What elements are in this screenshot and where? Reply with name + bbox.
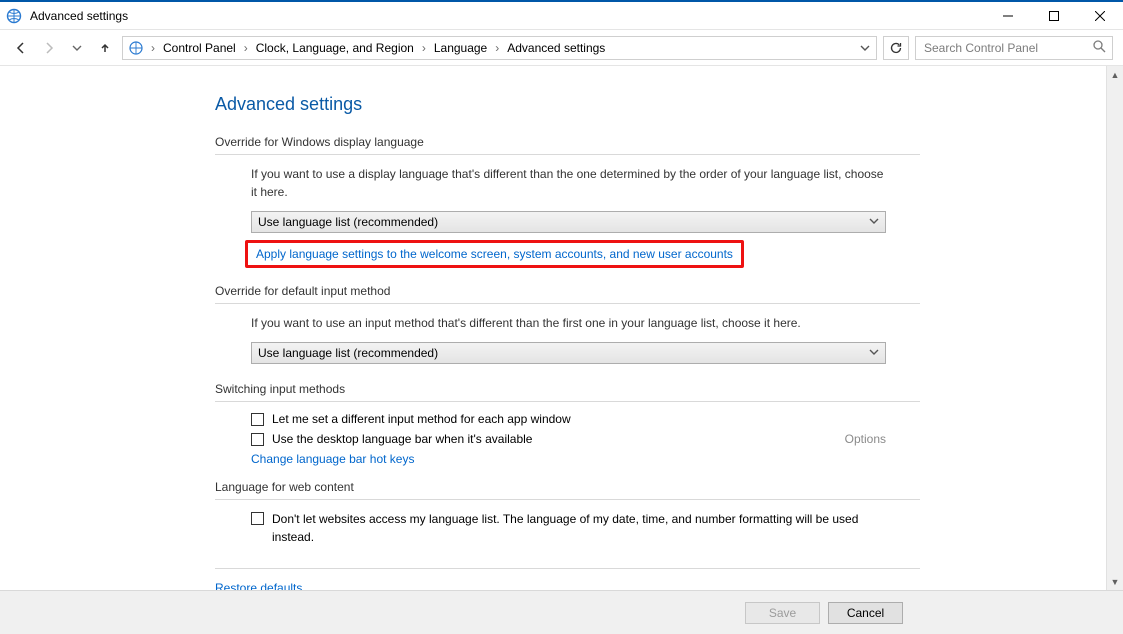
scrollbar[interactable]: ▲ ▼ — [1106, 66, 1123, 590]
input-method-dropdown-value: Use language list (recommended) — [258, 346, 438, 360]
desktop-langbar-label: Use the desktop language bar when it's a… — [272, 432, 532, 446]
section-web-content-heading: Language for web content — [215, 480, 920, 500]
address-icon — [127, 39, 145, 57]
breadcrumb-control-panel[interactable]: Control Panel — [159, 41, 240, 55]
input-method-dropdown[interactable]: Use language list (recommended) — [251, 342, 886, 364]
up-button[interactable] — [94, 37, 116, 59]
search-box[interactable] — [915, 36, 1113, 60]
section-switching-heading: Switching input methods — [215, 382, 920, 402]
chevron-down-icon — [869, 346, 879, 360]
display-language-dropdown[interactable]: Use language list (recommended) — [251, 211, 886, 233]
section-input-method-heading: Override for default input method — [215, 284, 920, 304]
display-language-dropdown-value: Use language list (recommended) — [258, 215, 438, 229]
window-controls — [985, 2, 1123, 30]
highlighted-link-box: Apply language settings to the welcome s… — [245, 240, 744, 268]
nav-bar: › Control Panel › Clock, Language, and R… — [0, 30, 1123, 66]
refresh-button[interactable] — [883, 36, 909, 60]
page-title: Advanced settings — [215, 94, 920, 115]
search-icon — [1093, 40, 1106, 56]
display-language-desc: If you want to use a display language th… — [251, 165, 886, 201]
input-method-desc: If you want to use an input method that'… — [251, 314, 886, 332]
restore-defaults-link[interactable]: Restore defaults — [215, 581, 302, 590]
window-title: Advanced settings — [30, 9, 128, 23]
chevron-down-icon — [869, 215, 879, 229]
address-bar[interactable]: › Control Panel › Clock, Language, and R… — [122, 36, 877, 60]
forward-button[interactable] — [38, 37, 60, 59]
hotkeys-link[interactable]: Change language bar hot keys — [251, 452, 414, 466]
chevron-right-icon: › — [493, 41, 501, 55]
section-display-language-heading: Override for Windows display language — [215, 135, 920, 155]
save-button[interactable]: Save — [745, 602, 820, 624]
close-button[interactable] — [1077, 2, 1123, 30]
apply-settings-link[interactable]: Apply language settings to the welcome s… — [256, 247, 733, 261]
scroll-down-icon[interactable]: ▼ — [1107, 573, 1123, 590]
back-button[interactable] — [10, 37, 32, 59]
chevron-right-icon: › — [242, 41, 250, 55]
title-bar: Advanced settings — [0, 2, 1123, 30]
breadcrumb-clock-lang-region[interactable]: Clock, Language, and Region — [252, 41, 418, 55]
save-button-label: Save — [769, 606, 796, 620]
search-input[interactable] — [922, 40, 1106, 56]
per-app-input-checkbox[interactable] — [251, 413, 264, 426]
divider — [215, 568, 920, 569]
options-link[interactable]: Options — [845, 432, 886, 446]
maximize-button[interactable] — [1031, 2, 1077, 30]
chevron-right-icon: › — [420, 41, 428, 55]
recent-chevron-icon[interactable] — [66, 37, 88, 59]
breadcrumb-advanced[interactable]: Advanced settings — [503, 41, 609, 55]
per-app-input-label: Let me set a different input method for … — [272, 412, 571, 426]
app-icon — [6, 8, 22, 24]
desktop-langbar-checkbox[interactable] — [251, 433, 264, 446]
cancel-button-label: Cancel — [847, 606, 884, 620]
minimize-button[interactable] — [985, 2, 1031, 30]
chevron-down-icon[interactable] — [860, 43, 870, 53]
cancel-button[interactable]: Cancel — [828, 602, 903, 624]
scroll-up-icon[interactable]: ▲ — [1107, 66, 1123, 83]
breadcrumb-language[interactable]: Language — [430, 41, 491, 55]
chevron-right-icon: › — [149, 41, 157, 55]
web-content-checkbox[interactable] — [251, 512, 264, 525]
web-content-label: Don't let websites access my language li… — [272, 510, 886, 546]
button-bar: Save Cancel — [0, 590, 1123, 634]
